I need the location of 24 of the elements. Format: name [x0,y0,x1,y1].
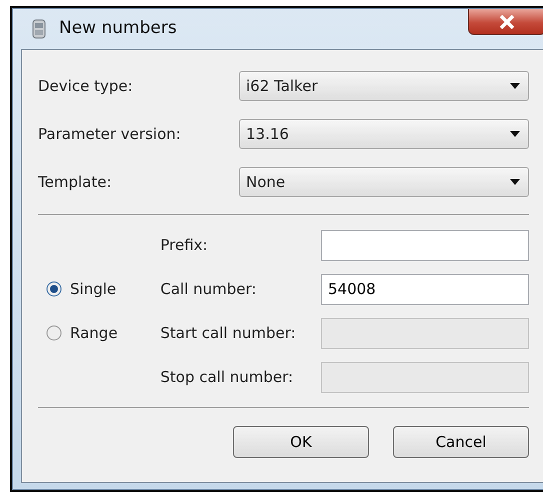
dropdown[interactable]: None [239,167,529,197]
dialog-button[interactable]: Cancel [393,426,529,458]
radio-label: Range [70,322,118,344]
field-label: Parameter version: [38,124,182,145]
close-icon [499,14,515,28]
radio-label: Single [70,278,116,300]
text-field[interactable] [321,230,529,260]
dropdown[interactable]: i62 Talker [239,71,529,101]
radio-button[interactable] [46,281,62,297]
window-title: New numbers [59,17,177,40]
caret-icon [510,83,520,89]
dropdown[interactable]: 13.16 [239,119,529,149]
field-label: Device type: [38,76,134,97]
caret-icon [510,179,520,185]
close-button[interactable] [468,9,543,35]
field-label: Stop call number: [160,366,294,388]
caret-icon [510,131,520,137]
field-label: Call number: [160,278,258,300]
field-label: Prefix: [160,234,209,256]
device-icon [31,19,47,39]
field-label: Start call number: [160,322,297,344]
text-field[interactable]: 54008 [321,274,529,304]
field-label: Template: [38,172,112,193]
dialog-button[interactable]: OK [233,426,369,458]
